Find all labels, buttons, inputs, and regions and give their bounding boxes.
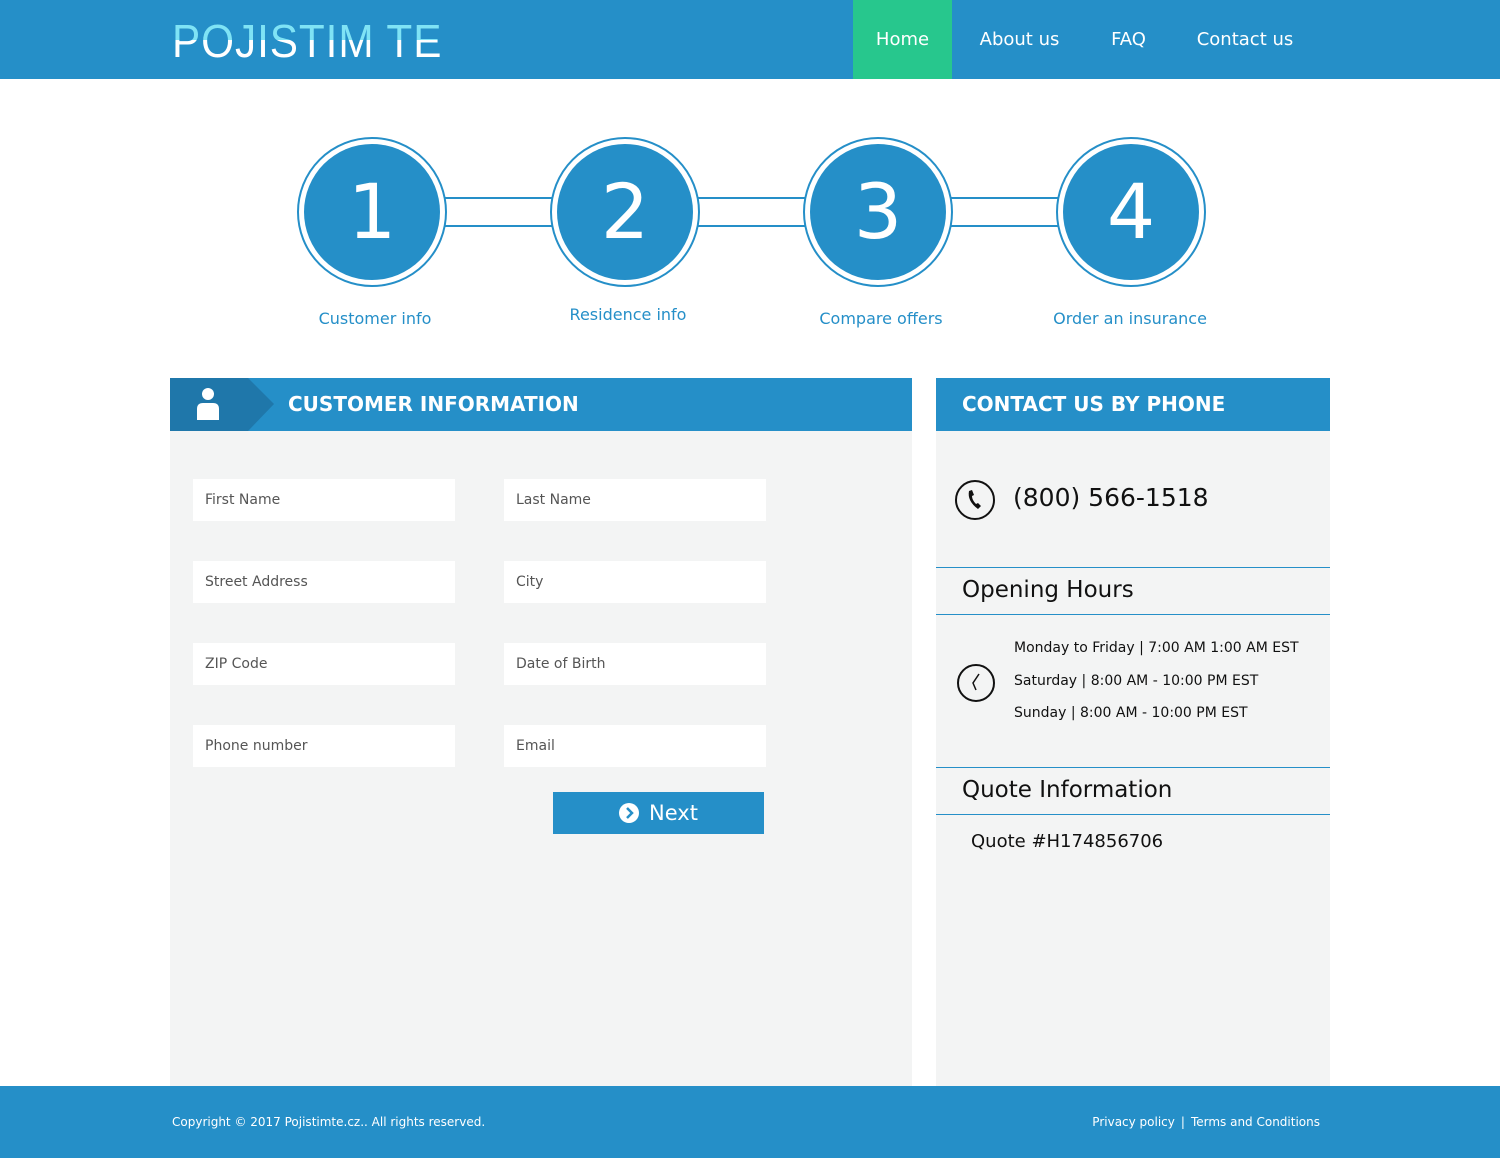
last-name-input[interactable] — [504, 479, 766, 521]
step-3: 3 — [803, 137, 953, 287]
phone-icon — [955, 480, 995, 520]
nav-home[interactable]: Home — [853, 0, 952, 79]
header: POJISTIM TE Home About us FAQ Contact us — [0, 0, 1500, 79]
step-2: 2 — [550, 137, 700, 287]
nav-about[interactable]: About us — [962, 0, 1077, 79]
street-address-input[interactable] — [193, 561, 455, 603]
step-label: Order an insurance — [1053, 309, 1207, 328]
form-title: CUSTOMER INFORMATION — [170, 378, 912, 431]
clock-icon — [957, 664, 995, 702]
next-button[interactable]: Next — [553, 792, 764, 834]
dob-input[interactable] — [504, 643, 766, 685]
step-connector — [693, 197, 808, 227]
city-input[interactable] — [504, 561, 766, 603]
step-4: 4 — [1056, 137, 1206, 287]
hours-weekday: Monday to Friday | 7:00 AM 1:00 AM EST — [1014, 640, 1299, 656]
privacy-link[interactable]: Privacy policy — [1092, 1115, 1175, 1129]
opening-hours-title: Opening Hours — [936, 567, 1330, 615]
step-label: Compare offers — [819, 309, 943, 328]
phone-input[interactable] — [193, 725, 455, 767]
footer: Copyright © 2017 Pojistimte.cz.. All rig… — [0, 1086, 1500, 1158]
next-label: Next — [649, 801, 698, 825]
nav-faq[interactable]: FAQ — [1095, 0, 1162, 79]
step-connector — [440, 197, 555, 227]
zip-input[interactable] — [193, 643, 455, 685]
terms-link[interactable]: Terms and Conditions — [1191, 1115, 1320, 1129]
separator: | — [1180, 1115, 1185, 1129]
contact-title: CONTACT US BY PHONE — [936, 378, 1330, 431]
quote-title: Quote Information — [936, 767, 1330, 815]
user-icon — [170, 378, 274, 431]
logo[interactable]: POJISTIM TE — [172, 14, 442, 68]
first-name-input[interactable] — [193, 479, 455, 521]
hours-saturday: Saturday | 8:00 AM - 10:00 PM EST — [1014, 673, 1259, 689]
step-label: Residence info — [569, 305, 687, 324]
copyright: Copyright © 2017 Pojistimte.cz.. All rig… — [172, 1115, 486, 1129]
nav-contact[interactable]: Contact us — [1180, 0, 1310, 79]
step-label: Customer info — [318, 309, 432, 328]
quote-number: Quote #H174856706 — [971, 831, 1164, 852]
hours-sunday: Sunday | 8:00 AM - 10:00 PM EST — [1014, 705, 1248, 721]
step-connector — [946, 197, 1061, 227]
email-input[interactable] — [504, 725, 766, 767]
phone-number[interactable]: (800) 566-1518 — [1013, 483, 1209, 512]
step-1: 1 — [297, 137, 447, 287]
chevron-right-circle-icon — [619, 803, 640, 823]
